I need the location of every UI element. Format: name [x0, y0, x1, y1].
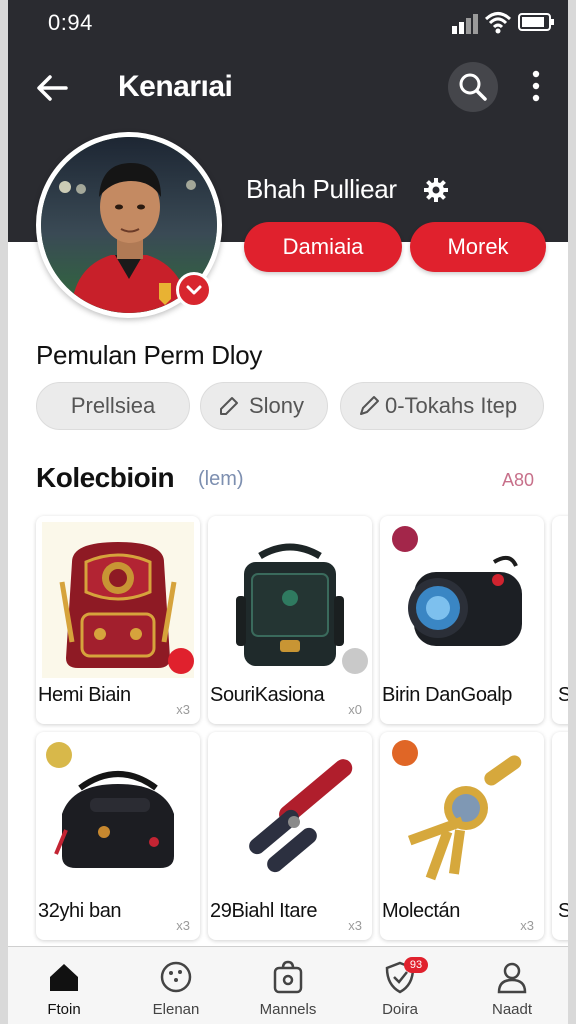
collection-item[interactable]: SouriKasiona x0 [208, 516, 372, 724]
chip-label: Prellsiea [70, 393, 156, 418]
nav-bag[interactable]: Mannels [232, 947, 344, 1024]
search-icon [459, 73, 487, 101]
status-bar: 0:94 [8, 0, 568, 46]
item-qty: x3 [176, 702, 190, 717]
pencil-icon [360, 396, 379, 415]
bottom-nav: Ftoin Elenan Mannels 93 Doira Naadt [8, 946, 568, 1024]
chip-filter-1[interactable]: Prellsiea [36, 382, 190, 430]
more-vertical-icon[interactable] [524, 66, 548, 106]
secondary-action-button[interactable]: Morek [410, 222, 546, 272]
edit-icon [220, 397, 238, 415]
item-label: Molectán [382, 900, 460, 922]
nav-label: Elenan [152, 1001, 200, 1018]
nav-label: Mannels [259, 1001, 317, 1018]
bag-icon [273, 960, 303, 994]
ball-icon [160, 961, 192, 993]
item-qty: x3 [348, 918, 362, 933]
notification-badge: 93 [404, 957, 428, 973]
nav-profile[interactable]: Naadt [456, 947, 568, 1024]
item-badge [168, 648, 194, 674]
avatar-dropdown-button[interactable] [176, 272, 212, 308]
app-screen: 0:94 Kenarıai Bhah Pulliear Damiaia More… [8, 0, 568, 1024]
profile-name: Bhah Pulliear [246, 174, 397, 204]
item-badge [46, 742, 72, 768]
back-arrow-icon[interactable] [32, 68, 72, 108]
search-button[interactable] [448, 62, 498, 112]
nav-home[interactable]: Ftoin [8, 947, 120, 1024]
item-label: Hemi Biain [38, 684, 131, 706]
item-label: 32yhi ban [38, 900, 122, 922]
collection-item[interactable]: S [552, 732, 568, 940]
item-qty: x3 [520, 918, 534, 933]
collection-item[interactable]: Molectán x3 [380, 732, 544, 940]
item-badge [392, 526, 418, 552]
signal-icon [452, 14, 478, 34]
chip-label: 0-Tokahs Itep [385, 393, 518, 418]
chevron-down-icon [186, 285, 202, 295]
nav-shield[interactable]: 93 Doira [344, 947, 456, 1024]
item-badge [392, 740, 418, 766]
nav-label: Naadt [491, 1001, 533, 1018]
home-icon [50, 964, 78, 991]
tool-grip-image [214, 738, 366, 894]
battery-icon [518, 13, 554, 31]
page-title: Kenarıai [118, 70, 233, 103]
item-qty: x0 [348, 702, 362, 717]
collection-title: Kolecbioin [36, 462, 175, 493]
item-qty: x3 [176, 918, 190, 933]
collection-subtitle: (lem) [198, 468, 244, 490]
item-label: SouriKasiona [210, 684, 325, 706]
chip-label: Slony [249, 393, 305, 418]
item-label: S [558, 900, 568, 922]
item-label: S [558, 684, 568, 706]
primary-action-button[interactable]: Damiaia [244, 222, 402, 272]
wifi-icon [484, 12, 512, 34]
nav-ball[interactable]: Elenan [120, 947, 232, 1024]
collection-item[interactable]: S [552, 516, 568, 724]
nav-label: Doira [382, 1001, 418, 1018]
item-label: 29Biahl Itare [210, 900, 318, 922]
chip-filter-3[interactable]: 0-Tokahs Itep [340, 382, 544, 430]
collection-item[interactable]: 29Biahl Itare x3 [208, 732, 372, 940]
gear-icon[interactable] [422, 176, 450, 204]
collection-item[interactable]: 32yhi ban x3 [36, 732, 200, 940]
status-time: 0:94 [48, 10, 93, 35]
item-label: Birin DanGoalp [382, 684, 513, 706]
item-badge [342, 648, 368, 674]
collection-item[interactable]: Birin DanGoalp [380, 516, 544, 724]
chip-filter-2[interactable]: Slony [200, 382, 328, 430]
player-section-title: Pemulan Perm Dloy [36, 340, 263, 370]
collection-count[interactable]: A80 [502, 470, 534, 491]
nav-label: Ftoin [47, 1001, 81, 1018]
person-icon [497, 962, 527, 994]
top-app-bar: Kenarıai [8, 56, 568, 120]
collection-item[interactable]: Hemi Biain x3 [36, 516, 200, 724]
